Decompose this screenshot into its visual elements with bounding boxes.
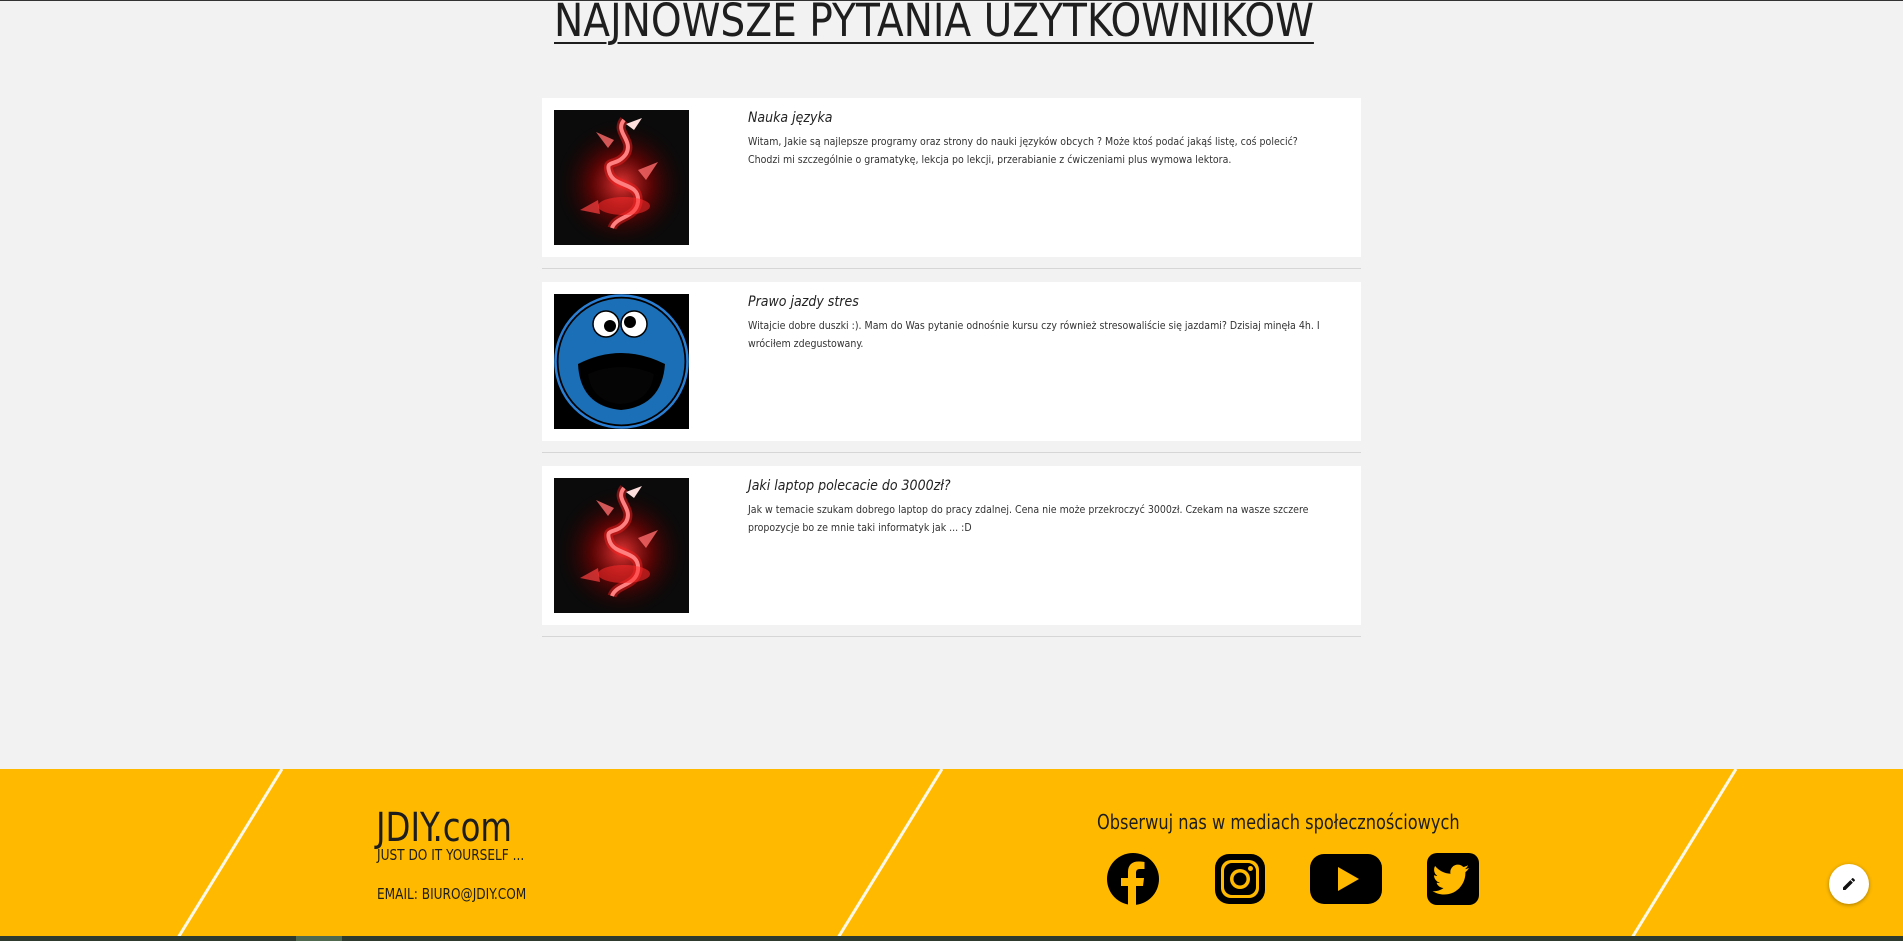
question-title[interactable]: Prawo jazdy stres: [748, 294, 859, 310]
bottom-bar-accent: [296, 936, 342, 941]
question-body: Jak w temacie szukam dobrego laptop do p…: [748, 504, 1309, 534]
twitter-icon[interactable]: [1426, 851, 1480, 907]
footer-tagline: JUST DO IT YOURSELF ...: [377, 846, 525, 864]
question-body: Witam, Jakie są najlepsze programy oraz …: [748, 136, 1298, 166]
youtube-icon[interactable]: [1309, 851, 1383, 907]
edit-button[interactable]: [1829, 864, 1869, 904]
red-dragon-avatar[interactable]: [554, 110, 689, 245]
page-title: NAJNOWSZE PYTANIA UŻYTKOWNIKÓW: [554, 0, 1314, 47]
footer-brand: JDIY.com: [376, 805, 512, 851]
question-body: Witajcie dobre duszki :). Mam do Was pyt…: [748, 320, 1320, 350]
pencil-icon: [1843, 877, 1856, 890]
facebook-icon[interactable]: [1106, 851, 1160, 907]
footer-email[interactable]: EMAIL: BIURO@JDIY.COM: [377, 885, 526, 903]
footer: JDIY.com JUST DO IT YOURSELF ... EMAIL: …: [0, 769, 1903, 941]
cookie-monster-avatar[interactable]: [554, 294, 689, 429]
question-card[interactable]: Prawo jazdy stres Witajcie dobre duszki …: [542, 282, 1361, 453]
question-title[interactable]: Nauka języka: [748, 110, 832, 126]
footer-decorative-stripes: [174, 769, 1738, 941]
question-title[interactable]: Jaki laptop polecacie do 3000zł?: [748, 478, 951, 494]
questions-list: Nauka języka Witam, Jakie są najlepsze p…: [542, 98, 1361, 650]
question-card[interactable]: Nauka języka Witam, Jakie są najlepsze p…: [542, 98, 1361, 269]
red-dragon-avatar[interactable]: [554, 478, 689, 613]
bottom-bar: [0, 936, 1903, 941]
question-card[interactable]: Jaki laptop polecacie do 3000zł? Jak w t…: [542, 466, 1361, 637]
social-heading: Obserwuj nas w mediach społecznościowych: [1097, 810, 1460, 834]
instagram-icon[interactable]: [1213, 851, 1267, 907]
